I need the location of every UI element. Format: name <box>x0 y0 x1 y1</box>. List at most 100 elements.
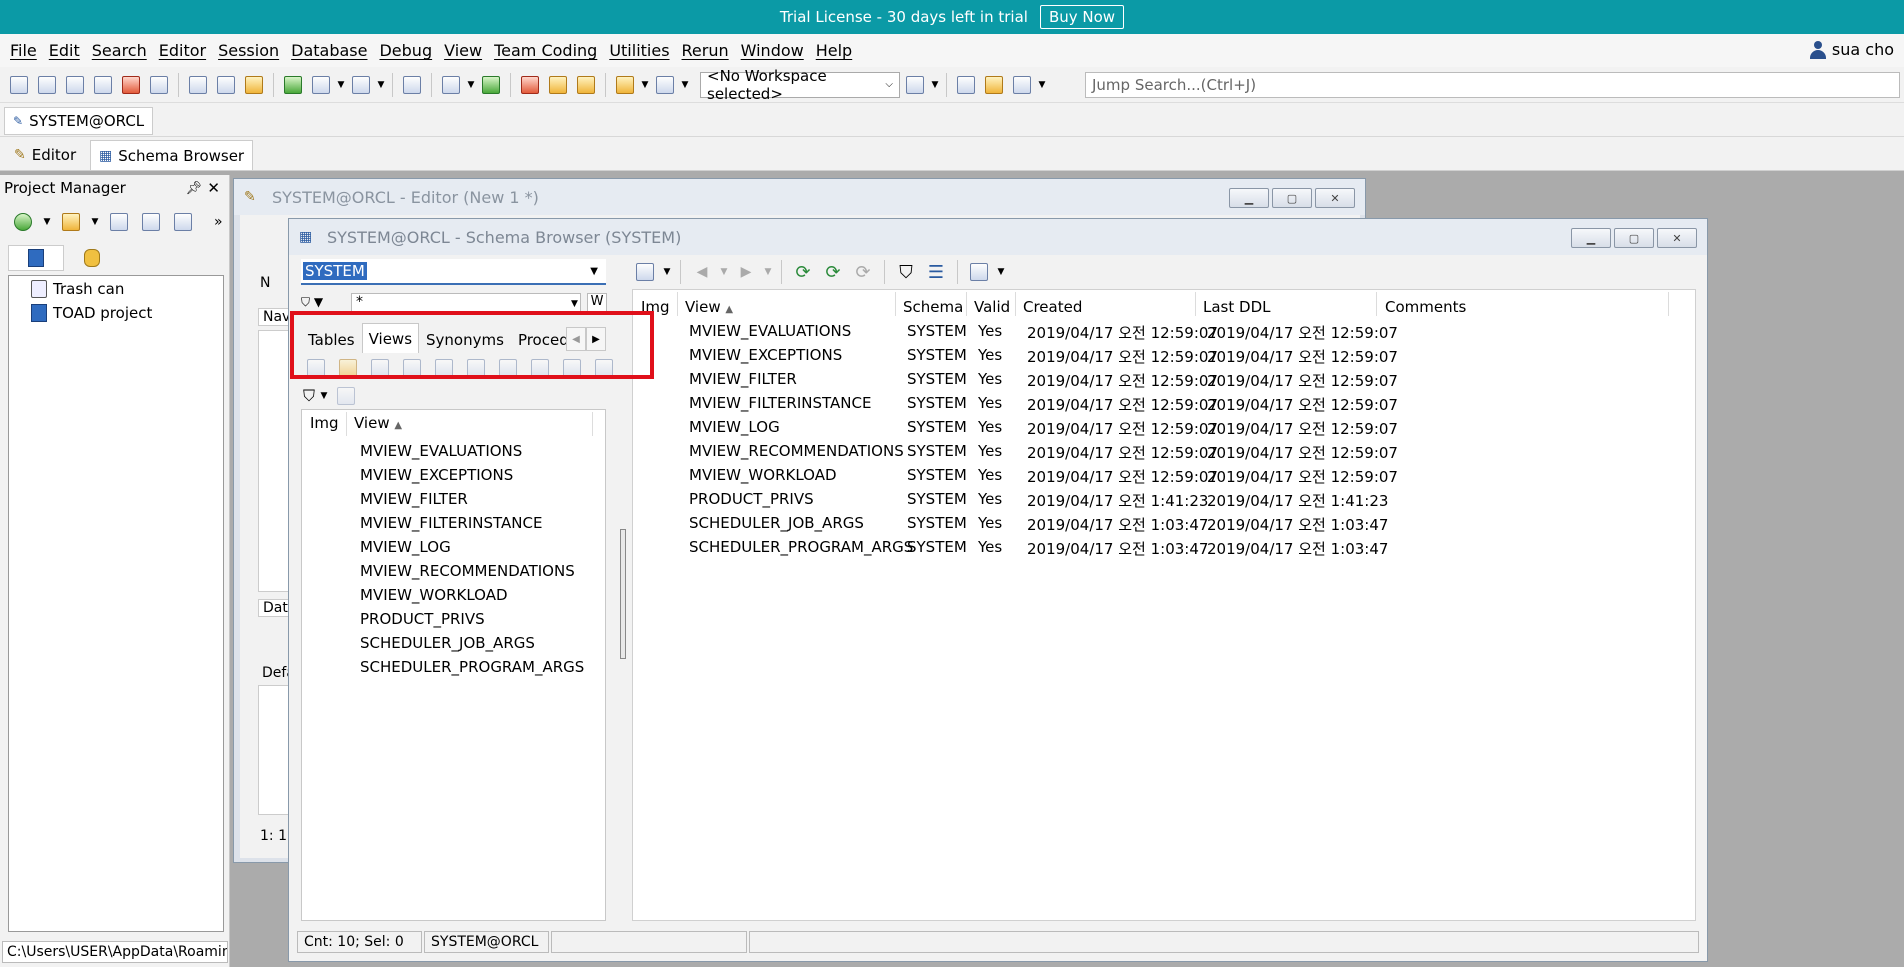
print-icon[interactable] <box>170 209 196 235</box>
list-item[interactable]: MVIEW_FILTER <box>360 490 468 508</box>
back-icon[interactable]: ◀ <box>689 259 715 285</box>
chevron-down-icon[interactable]: ▼ <box>662 267 672 277</box>
tools-icon[interactable] <box>652 72 678 98</box>
window-icon[interactable] <box>146 72 172 98</box>
new-connection-icon[interactable] <box>185 72 211 98</box>
forward-icon[interactable]: ▶ <box>733 259 759 285</box>
chevron-down-icon[interactable]: ▼ <box>930 80 940 90</box>
open-folder-icon[interactable] <box>58 209 84 235</box>
layout-icon[interactable] <box>966 259 992 285</box>
chevron-down-icon[interactable]: ▼ <box>42 217 52 227</box>
menu-view[interactable]: View <box>444 41 482 60</box>
list-item[interactable]: MVIEW_RECOMMENDATIONS <box>360 562 575 580</box>
education-icon[interactable] <box>1009 72 1035 98</box>
filter-type-icon[interactable]: ⛉ ▼ <box>301 295 323 310</box>
chevron-down-icon[interactable]: ▼ <box>640 80 650 90</box>
tree-item-trash-can[interactable]: Trash can <box>31 280 124 298</box>
refresh-all-icon[interactable]: ⟳ <box>820 259 846 285</box>
maximize-button[interactable]: ▢ <box>1272 188 1312 208</box>
table-row[interactable]: MVIEW_LOG SYSTEM Yes 2019/04/17 오전 12:59:07… <box>633 418 1663 442</box>
menu-editor[interactable]: Editor <box>159 41 206 60</box>
menu-edit[interactable]: Edit <box>49 41 80 60</box>
close-button[interactable]: ✕ <box>1315 188 1355 208</box>
chevron-down-icon[interactable]: ▼ <box>376 80 386 90</box>
save-icon[interactable] <box>138 209 164 235</box>
table-row[interactable]: MVIEW_RECOMMENDATIONS SYSTEM Yes 2019/04/17… <box>633 442 1663 466</box>
minimize-button[interactable]: ▁ <box>1571 228 1611 248</box>
schema-browser-icon[interactable] <box>34 72 60 98</box>
query-builder-icon[interactable] <box>90 72 116 98</box>
menu-file[interactable]: File <box>10 41 37 60</box>
table-row[interactable]: MVIEW_EXCEPTIONS SYSTEM Yes 2019/04/17 오전 1… <box>633 346 1663 370</box>
menu-utilities[interactable]: Utilities <box>609 41 669 60</box>
list-item[interactable]: MVIEW_WORKLOAD <box>360 586 508 604</box>
help-icon[interactable] <box>573 72 599 98</box>
session-browser-icon[interactable] <box>62 72 88 98</box>
network-icon[interactable] <box>348 72 374 98</box>
column-schema[interactable]: Schema <box>903 298 963 316</box>
chevron-down-icon[interactable]: ▼ <box>996 267 1006 277</box>
table-row[interactable]: PRODUCT_PRIVS SYSTEM Yes 2019/04/17 오전 1:41… <box>633 490 1663 514</box>
lightning-icon[interactable] <box>241 72 267 98</box>
refresh-disabled-icon[interactable]: ⟳ <box>850 259 876 285</box>
list-item[interactable]: SCHEDULER_JOB_ARGS <box>360 634 535 652</box>
menu-rerun[interactable]: Rerun <box>682 41 729 60</box>
column-view[interactable]: View ▲ <box>685 298 733 316</box>
panel-splitter[interactable] <box>620 529 626 659</box>
connect-icon[interactable] <box>280 72 306 98</box>
tab-schema-browser[interactable]: ▦ Schema Browser <box>90 140 254 170</box>
filter-icon[interactable]: ⛉ <box>893 259 919 285</box>
workspace-settings-icon[interactable] <box>902 72 928 98</box>
column-last-ddl[interactable]: Last DDL <box>1203 298 1270 316</box>
user-menu[interactable]: sua cho <box>1809 40 1894 59</box>
list-item[interactable]: MVIEW_LOG <box>360 538 451 556</box>
chevron-down-icon[interactable]: ▼ <box>336 80 346 90</box>
list-item[interactable]: MVIEW_EVALUATIONS <box>360 442 522 460</box>
workspace-select[interactable]: <No Workspace selected> ⌵ <box>700 67 900 103</box>
column-created[interactable]: Created <box>1023 298 1082 316</box>
menu-help[interactable]: Help <box>816 41 852 60</box>
table-row[interactable]: SCHEDULER_PROGRAM_ARGS SYSTEM Yes 2019/04/1… <box>633 538 1663 562</box>
script-icon[interactable] <box>333 383 359 409</box>
new-window-icon[interactable] <box>213 72 239 98</box>
menu-database[interactable]: Database <box>291 41 367 60</box>
menu-window[interactable]: Window <box>741 41 804 60</box>
plsql-icon[interactable] <box>438 72 464 98</box>
close-button[interactable]: ✕ <box>1657 228 1697 248</box>
chevron-down-icon[interactable]: ▼ <box>466 80 476 90</box>
new-file-icon[interactable] <box>106 209 132 235</box>
chat-icon[interactable] <box>981 72 1007 98</box>
tab-editor[interactable]: ✎ Editor <box>6 140 84 170</box>
grid-icon[interactable] <box>399 72 425 98</box>
pin-icon[interactable]: 📌︎ <box>185 181 202 196</box>
filter-icon[interactable]: ⛉ <box>303 386 315 406</box>
menu-debug[interactable]: Debug <box>379 41 432 60</box>
refresh-icon[interactable]: ⟳ <box>790 259 816 285</box>
layout-icon[interactable] <box>308 72 334 98</box>
minimize-button[interactable]: ▁ <box>1229 188 1269 208</box>
list-item[interactable]: SCHEDULER_PROGRAM_ARGS <box>360 658 584 676</box>
editor-icon[interactable] <box>6 72 32 98</box>
column-comments[interactable]: Comments <box>1385 298 1466 316</box>
buy-now-button[interactable]: Buy Now <box>1039 5 1125 29</box>
table-row[interactable]: MVIEW_EVALUATIONS SYSTEM Yes 2019/04/17 오전 … <box>633 322 1663 346</box>
table-row[interactable]: MVIEW_WORKLOAD SYSTEM Yes 2019/04/17 오전 12:… <box>633 466 1663 490</box>
column-img[interactable]: Img <box>310 414 339 432</box>
sql-tracker-icon[interactable] <box>118 72 144 98</box>
list-item[interactable]: MVIEW_EXCEPTIONS <box>360 466 513 484</box>
list-item[interactable]: MVIEW_FILTERINSTANCE <box>360 514 542 532</box>
chevron-down-icon[interactable]: ▼ <box>680 80 690 90</box>
chevron-down-icon[interactable]: ▼ <box>763 267 773 277</box>
chevron-down-icon[interactable]: ▼ <box>90 217 100 227</box>
table-row[interactable]: SCHEDULER_JOB_ARGS SYSTEM Yes 2019/04/17 오전… <box>633 514 1663 538</box>
list-icon[interactable]: ☰ <box>923 259 949 285</box>
schema-select[interactable]: SYSTEM ▼ <box>301 259 606 285</box>
database-tab-icon[interactable] <box>64 245 120 271</box>
more-icon[interactable]: » <box>214 214 223 230</box>
automation-icon[interactable] <box>953 72 979 98</box>
menu-search[interactable]: Search <box>92 41 147 60</box>
jump-search-input[interactable]: Jump Search...(Ctrl+J) <box>1085 72 1900 98</box>
list-item[interactable]: PRODUCT_PRIVS <box>360 610 485 628</box>
connection-icon[interactable] <box>632 259 658 285</box>
column-valid[interactable]: Valid <box>974 298 1010 316</box>
